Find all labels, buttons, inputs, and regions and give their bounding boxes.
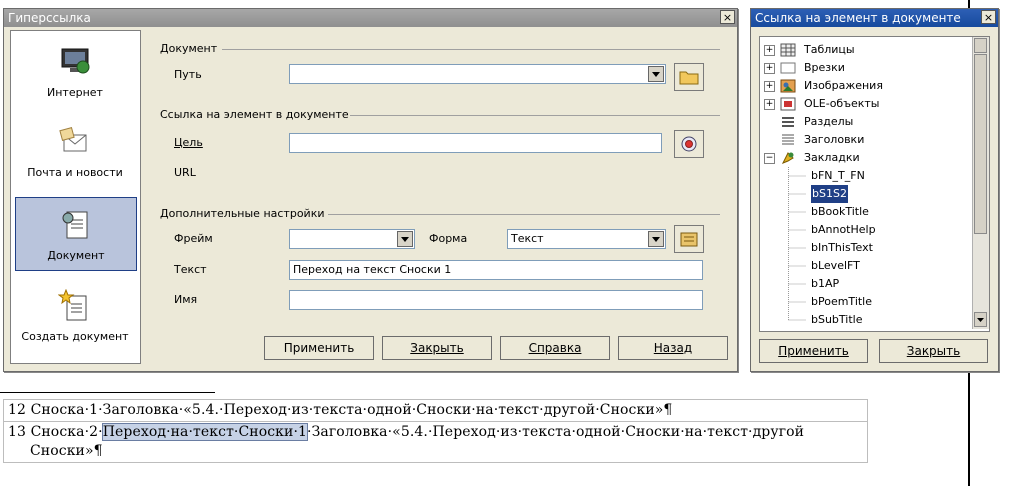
line-13-prefix: 13 Сноска·2· bbox=[8, 424, 103, 440]
close-icon[interactable]: × bbox=[720, 10, 735, 24]
close-button[interactable]: Закрыть bbox=[382, 336, 492, 360]
collapse-icon[interactable]: − bbox=[764, 153, 775, 164]
sidebar-item-label: Интернет bbox=[47, 86, 103, 99]
document-tree[interactable]: + Таблицы + Врезки + Изображения + OLE-о… bbox=[759, 36, 990, 332]
line-13-continuation: Сноски»¶ bbox=[30, 443, 103, 459]
tree-item-label: Изображения bbox=[804, 79, 883, 92]
bookmark-item[interactable]: bAnnotHelp bbox=[811, 221, 876, 239]
target-group: Ссылка на элемент в документе bbox=[160, 108, 720, 122]
tree-item-label: Разделы bbox=[804, 115, 854, 128]
target-dialog-titlebar[interactable]: Ссылка на элемент в документе × bbox=[751, 9, 998, 27]
scroll-thumb[interactable] bbox=[974, 54, 987, 234]
back-button[interactable]: Назад bbox=[618, 336, 728, 360]
sidebar-item-document[interactable]: Документ bbox=[15, 197, 137, 271]
extra-settings-group-title: Дополнительные настройки bbox=[160, 207, 325, 220]
tree-item-label: Таблицы bbox=[804, 43, 855, 56]
chevron-down-icon[interactable] bbox=[648, 66, 664, 82]
frame-icon bbox=[780, 62, 796, 74]
document-group-title: Документ bbox=[160, 42, 218, 55]
name-label: Имя bbox=[174, 293, 198, 306]
target-group-title: Ссылка на элемент в документе bbox=[160, 108, 349, 121]
close-icon[interactable]: × bbox=[981, 10, 996, 24]
hyperlink-type-sidebar: Интернет Почта и новости Документ Создат… bbox=[10, 30, 141, 364]
text-field[interactable]: Переход на текст Сноски 1 bbox=[289, 260, 703, 280]
expand-icon[interactable]: + bbox=[764, 81, 775, 92]
new-document-icon bbox=[57, 288, 87, 321]
headings-icon bbox=[782, 134, 794, 145]
macro-icon bbox=[680, 232, 698, 247]
document-rule bbox=[0, 392, 215, 393]
hyperlink-dialog: Гиперссылка × Интернет Почта и новости Д… bbox=[3, 8, 738, 372]
extra-settings-group: Дополнительные настройки bbox=[160, 207, 720, 221]
hyperlink-dialog-title: Гиперссылка bbox=[8, 11, 91, 25]
sidebar-item-label: Почта и новости bbox=[27, 166, 123, 179]
sidebar-item-new-document[interactable]: Создать документ bbox=[15, 279, 135, 351]
frame-combobox[interactable] bbox=[289, 229, 415, 249]
chevron-down-icon[interactable] bbox=[397, 231, 413, 247]
folder-icon bbox=[679, 71, 699, 85]
sidebar-item-label: Документ bbox=[47, 249, 105, 262]
form-label: Форма bbox=[429, 232, 468, 245]
apply-button[interactable]: Применить bbox=[264, 336, 374, 360]
form-combobox[interactable]: Текст bbox=[507, 229, 666, 249]
chevron-down-icon[interactable] bbox=[648, 231, 664, 247]
globe-monitor-icon bbox=[61, 48, 90, 74]
expand-icon[interactable]: + bbox=[764, 99, 775, 110]
selected-text[interactable]: Переход·на·текст·Сноски·1 bbox=[101, 423, 309, 441]
tree-item-label: Закладки bbox=[804, 151, 860, 164]
events-button[interactable] bbox=[674, 225, 704, 253]
path-combobox[interactable] bbox=[289, 64, 666, 84]
sidebar-item-internet[interactable]: Интернет bbox=[15, 35, 135, 107]
bookmark-item[interactable]: bSubTitle bbox=[811, 311, 863, 329]
bookmark-item[interactable]: b1AP bbox=[811, 275, 839, 293]
tree-item-label: Врезки bbox=[804, 61, 845, 74]
scroll-down-icon[interactable] bbox=[974, 312, 987, 327]
target-in-document-button[interactable] bbox=[674, 130, 704, 158]
expand-icon[interactable]: + bbox=[764, 45, 775, 56]
name-field[interactable] bbox=[289, 290, 703, 310]
tree-lines bbox=[788, 167, 806, 321]
bookmark-item[interactable]: bInThisText bbox=[811, 239, 873, 257]
sidebar-item-label: Создать документ bbox=[21, 330, 129, 343]
target-apply-button[interactable]: Применить bbox=[759, 339, 868, 363]
document-line-12[interactable]: 12 Сноска·1·Заголовка·«5.4.·Переход·из·т… bbox=[4, 400, 867, 421]
document-icon bbox=[62, 211, 88, 239]
hyperlink-dialog-titlebar[interactable]: Гиперссылка × bbox=[4, 9, 737, 27]
bookmark-item[interactable]: bFN_T_FN bbox=[811, 167, 865, 185]
target-dialog-title: Ссылка на элемент в документе bbox=[755, 11, 961, 25]
frame-label: Фрейм bbox=[174, 232, 213, 245]
bookmark-item-selected[interactable]: bS1S2 bbox=[811, 185, 848, 203]
target-field[interactable] bbox=[289, 133, 662, 153]
ole-object-icon bbox=[780, 97, 796, 111]
bookmark-item[interactable]: bPoemTitle bbox=[811, 293, 872, 311]
bookmark-item[interactable]: bLevelFT bbox=[811, 257, 860, 275]
mail-icon bbox=[59, 127, 87, 152]
tree-item-label: Заголовки bbox=[804, 133, 865, 146]
table-icon bbox=[780, 43, 796, 57]
image-icon bbox=[780, 79, 796, 93]
document-group: Документ bbox=[160, 42, 720, 56]
target-label: Цель bbox=[174, 136, 203, 149]
bookmark-item[interactable]: bBookTitle bbox=[811, 203, 869, 221]
target-close-button[interactable]: Закрыть bbox=[879, 339, 988, 363]
open-file-button[interactable] bbox=[674, 63, 704, 91]
tree-item-label: OLE-объекты bbox=[804, 97, 880, 110]
scroll-up-icon[interactable] bbox=[974, 38, 987, 53]
help-button[interactable]: Справка bbox=[500, 336, 610, 360]
document-line-13[interactable]: 13 Сноска·2·Переход·на·текст·Сноски·1·За… bbox=[4, 421, 867, 462]
url-label: URL bbox=[174, 166, 196, 179]
document-text-block: 12 Сноска·1·Заголовка·«5.4.·Переход·из·т… bbox=[3, 399, 868, 463]
bookmark-icon bbox=[781, 152, 794, 164]
expand-icon[interactable]: + bbox=[764, 63, 775, 74]
path-label: Путь bbox=[174, 68, 202, 81]
target-icon bbox=[681, 136, 697, 152]
text-label: Текст bbox=[174, 263, 207, 276]
sections-icon bbox=[782, 117, 794, 127]
line-13-suffix: ·Заголовка·«5.4.·Переход·из·текста·одной… bbox=[307, 424, 805, 440]
line-12-text: 12 Сноска·1·Заголовка·«5.4.·Переход·из·т… bbox=[8, 402, 673, 418]
sidebar-item-mail[interactable]: Почта и новости bbox=[15, 115, 135, 187]
target-in-document-dialog: Ссылка на элемент в документе × + Таблиц… bbox=[750, 8, 999, 372]
tree-scrollbar[interactable] bbox=[972, 37, 989, 329]
